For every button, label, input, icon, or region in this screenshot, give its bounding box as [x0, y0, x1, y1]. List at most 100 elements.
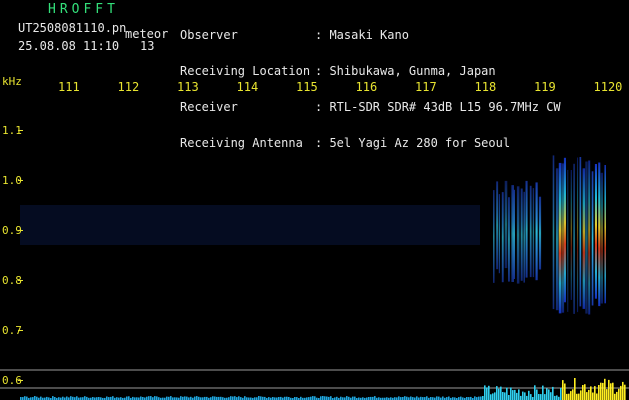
- signal-bar: [556, 395, 558, 400]
- burst-streak: [577, 157, 579, 313]
- noise-band: [20, 205, 480, 245]
- signal-bar: [150, 396, 152, 400]
- signal-bar: [410, 396, 412, 400]
- burst-streak: [582, 168, 586, 309]
- signal-bar: [550, 392, 552, 400]
- signal-bar: [572, 389, 574, 400]
- signal-bar: [214, 396, 216, 400]
- x-tick-label: 114: [236, 80, 259, 94]
- signal-bar: [156, 396, 158, 400]
- signal-bar: [244, 396, 246, 400]
- burst-streak: [585, 161, 588, 314]
- signal-bar: [166, 396, 168, 400]
- signal-bar: [404, 396, 406, 400]
- signal-bar: [578, 393, 580, 400]
- burst-streak: [504, 180, 508, 269]
- signal-bar: [504, 392, 506, 400]
- y-tick-mark: [18, 130, 23, 131]
- signal-bar: [70, 396, 72, 400]
- signal-bar: [480, 396, 482, 400]
- signal-bar: [196, 396, 198, 400]
- signal-bar: [460, 396, 462, 400]
- antenna-label: Receiving Antenna: [180, 136, 303, 150]
- timestamp: 25.08.08 11:10: [18, 39, 120, 53]
- signal-bar: [374, 396, 376, 400]
- burst-streak: [538, 196, 542, 270]
- burst-streak: [555, 168, 559, 311]
- signal-bar: [514, 389, 516, 400]
- signal-bar: [260, 396, 262, 400]
- x-tick-label: 112: [117, 80, 140, 94]
- receiver-label: Receiver: [180, 100, 238, 114]
- signal-bar: [484, 385, 486, 400]
- signal-bar: [442, 396, 444, 400]
- signal-bar: [512, 390, 514, 400]
- signal-bar: [610, 383, 612, 400]
- signal-bar: [542, 385, 544, 400]
- signal-bar: [148, 396, 150, 400]
- signal-bar: [520, 395, 522, 400]
- burst-streak: [493, 190, 495, 283]
- signal-bar: [624, 384, 626, 400]
- signal-bar: [492, 393, 494, 400]
- signal-bar: [154, 396, 156, 400]
- signal-bar: [436, 396, 438, 400]
- receiver-value: : RTL-SDR SDR# 43dB L15 96.7MHz CW: [315, 100, 561, 114]
- x-tick-label: 119: [534, 80, 556, 94]
- x-tick-label: 116: [355, 80, 378, 94]
- y-axis-unit-label: kHz: [2, 75, 22, 88]
- location-value: : Shibukawa, Gunma, Japan: [315, 64, 496, 78]
- signal-bar: [140, 396, 142, 400]
- signal-bar: [608, 379, 610, 400]
- signal-bar: [448, 396, 450, 400]
- signal-bar: [478, 396, 480, 400]
- signal-bar: [540, 394, 542, 400]
- y-tick-mark: [18, 180, 23, 181]
- burst-streak: [523, 191, 525, 283]
- burst-streak: [600, 172, 603, 304]
- signal-bar: [52, 396, 54, 400]
- signal-bar: [516, 392, 518, 400]
- signal-bar: [586, 392, 588, 400]
- signal-bar: [34, 396, 36, 400]
- burst-streak: [573, 163, 575, 314]
- signal-bar: [568, 393, 570, 400]
- signal-bar: [346, 396, 348, 400]
- signal-bar: [24, 396, 26, 400]
- signal-bar: [212, 396, 214, 400]
- app-title: HROFFT: [48, 2, 119, 17]
- signal-bar: [552, 386, 554, 400]
- signal-bar: [482, 396, 484, 400]
- signal-bar: [592, 392, 594, 400]
- x-tick-label: 115: [296, 80, 318, 94]
- signal-bar: [170, 396, 172, 400]
- signal-bar: [594, 386, 596, 400]
- signal-bar: [622, 381, 624, 400]
- signal-bar: [506, 387, 508, 400]
- signal-bar: [530, 394, 532, 400]
- signal-bar: [508, 395, 510, 400]
- signal-bar: [524, 392, 526, 400]
- signal-bar: [598, 385, 600, 400]
- signal-bar: [66, 396, 68, 400]
- signal-bar: [500, 386, 502, 400]
- location-label: Receiving Location: [180, 64, 311, 78]
- observer-label: Observer: [180, 28, 238, 42]
- signal-bar: [522, 391, 524, 400]
- signal-bar: [560, 388, 562, 400]
- signal-bar: [488, 385, 490, 400]
- signal-bar: [616, 391, 618, 400]
- x-tick-label: 118: [474, 80, 497, 94]
- signal-bar: [238, 396, 240, 400]
- burst-streak: [511, 185, 514, 282]
- burst-streak: [598, 162, 601, 307]
- signal-bar: [398, 396, 400, 400]
- signal-bar: [416, 396, 418, 400]
- signal-bar: [576, 393, 578, 400]
- signal-bar: [620, 385, 622, 400]
- signal-bar: [536, 389, 538, 400]
- burst-streak: [525, 180, 528, 278]
- signal-bar: [184, 396, 186, 400]
- y-tick-mark: [18, 280, 23, 281]
- signal-bar: [604, 378, 606, 400]
